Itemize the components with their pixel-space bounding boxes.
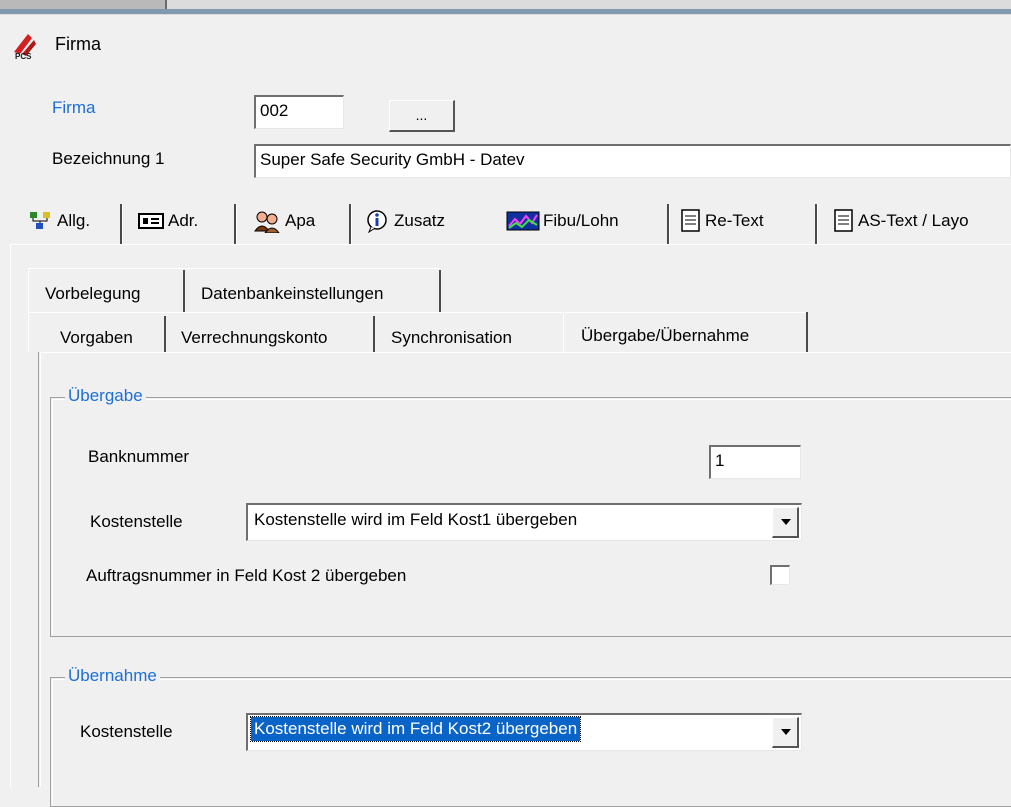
- subtab-verrechnungskonto[interactable]: Verrechnungskonto: [181, 328, 328, 348]
- tab-apa[interactable]: Apa: [252, 198, 315, 244]
- document-icon: [681, 209, 700, 232]
- tab-separator: [667, 204, 670, 244]
- tab-re-text[interactable]: Re-Text: [680, 198, 764, 244]
- tab-separator: [815, 204, 818, 244]
- tab-separator: [349, 204, 352, 244]
- tab-label: Zusatz: [394, 211, 446, 230]
- bezeichnung-input[interactable]: Super Safe Security GmbH - Datev: [254, 144, 1011, 178]
- contacts-icon: [254, 211, 280, 233]
- org-chart-icon: [30, 212, 50, 229]
- banknummer-label: Banknummer: [88, 447, 190, 466]
- tab-label: AS-Text / Layo: [858, 211, 969, 230]
- document-icon: [834, 209, 853, 232]
- bezeichnung-label: Bezeichnung 1: [52, 149, 165, 168]
- kostenstelle-label: Kostenstelle: [90, 512, 183, 531]
- tab-as-text-layout[interactable]: AS-Text / Layo: [833, 198, 969, 244]
- tab-adr[interactable]: Adr.: [137, 198, 198, 244]
- subtab-synchronisation[interactable]: Synchronisation: [391, 328, 512, 348]
- subtab-datenbankeinstellungen[interactable]: Datenbankeinstellungen: [201, 284, 383, 304]
- kostenstelle-uebergabe-value: Kostenstelle wird im Feld Kost1 übergebe…: [254, 510, 578, 529]
- window-title: Firma: [55, 34, 101, 54]
- tab-allg[interactable]: Allg.: [28, 198, 90, 244]
- chevron-down-icon[interactable]: [772, 717, 799, 748]
- window-top-strip: [0, 0, 1011, 15]
- subtab-vorgaben[interactable]: Vorgaben: [60, 328, 133, 348]
- chart-icon: [506, 211, 540, 231]
- banknummer-input[interactable]: 1: [709, 445, 801, 479]
- pcs-logo-icon: PCS: [14, 34, 36, 60]
- subtab-uebergabe-uebernahme[interactable]: Übergabe/Übernahme: [581, 326, 749, 346]
- firma-input[interactable]: 002: [254, 95, 344, 129]
- subtab-vorbelegung[interactable]: Vorbelegung: [45, 284, 140, 304]
- address-card-icon: [138, 213, 164, 229]
- tab-label: Apa: [285, 211, 316, 230]
- tab-label: Re-Text: [705, 211, 764, 230]
- uebernahme-group-title: Übernahme: [65, 666, 160, 686]
- tab-label: Fibu/Lohn: [543, 211, 619, 230]
- tab-label: Allg.: [57, 211, 91, 230]
- svg-text:PCS: PCS: [15, 52, 32, 60]
- tab-label: Adr.: [168, 211, 199, 230]
- tab-separator: [234, 204, 237, 244]
- firma-lookup-button[interactable]: ...: [389, 100, 455, 132]
- kostenstelle-uebernahme-select[interactable]: Kostenstelle wird im Feld Kost2 übergebe…: [246, 713, 802, 751]
- auftragsnummer-label: Auftragsnummer in Feld Kost 2 übergeben: [86, 566, 407, 585]
- chevron-down-icon[interactable]: [772, 507, 799, 538]
- tab-fibu-lohn[interactable]: Fibu/Lohn: [506, 198, 619, 244]
- firma-label: Firma: [52, 98, 96, 117]
- tab-separator: [120, 204, 123, 244]
- info-icon: [367, 210, 387, 233]
- kostenstelle-uebergabe-select[interactable]: Kostenstelle wird im Feld Kost1 übergebe…: [246, 503, 802, 541]
- kostenstelle-uebernahme-value: Kostenstelle wird im Feld Kost2 übergebe…: [249, 716, 582, 742]
- auftragsnummer-checkbox[interactable]: [770, 565, 790, 585]
- uebergabe-group-title: Übergabe: [65, 386, 146, 406]
- kostenstelle-uebernahme-label: Kostenstelle: [80, 722, 173, 741]
- tab-zusatz[interactable]: Zusatz: [365, 198, 445, 244]
